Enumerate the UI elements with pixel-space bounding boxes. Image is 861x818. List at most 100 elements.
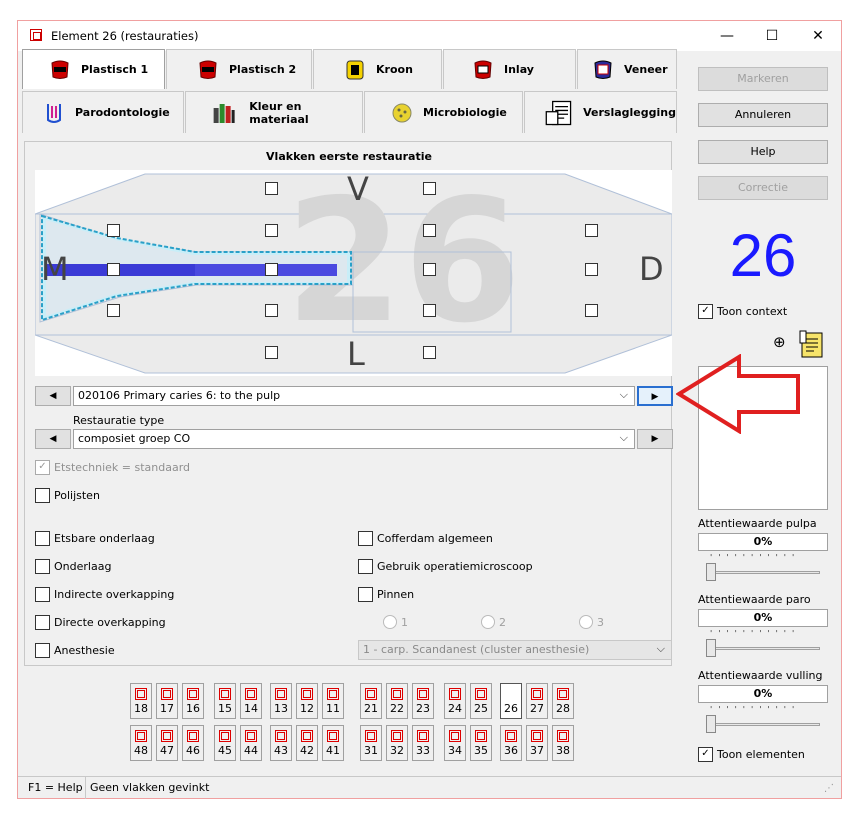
element-number-label: 23 [416,702,430,715]
element-button-26[interactable]: 26 [500,683,522,719]
element-button-38[interactable]: 38 [552,725,574,761]
anesthesie-select[interactable]: 1 - carp. Scandanest (cluster anesthesie… [358,640,672,660]
pin-radio-3[interactable]: 3 [579,615,604,629]
tooth-element-icon [475,730,487,742]
vulling-slider-thumb[interactable] [706,715,716,733]
toon-context-checkbox[interactable]: ✓ Toon context [698,304,787,319]
surface-checkbox[interactable] [265,182,278,195]
element-button-47[interactable]: 47 [156,725,178,761]
checkmark-icon: ✓ [698,304,713,319]
element-button-44[interactable]: 44 [240,725,262,761]
etsbare-onderlaag-checkbox[interactable]: Etsbare onderlaag [35,531,155,546]
element-button-21[interactable]: 21 [360,683,382,719]
element-button-22[interactable]: 22 [386,683,408,719]
diagnosis-prev-button[interactable]: ◀ [35,386,71,406]
tab-parodontologie[interactable]: Parodontologie [22,91,184,133]
toon-elementen-checkbox[interactable]: ✓ Toon elementen [698,747,805,762]
indirecte-overkapping-checkbox[interactable]: Indirecte overkapping [35,587,174,602]
anesthesie-checkbox[interactable]: Anesthesie [35,643,115,658]
polijsten-checkbox[interactable]: Polijsten [35,488,100,503]
tooth-element-icon [557,688,569,700]
notes-icon[interactable] [798,329,826,359]
tab-kleur-en-materiaal[interactable]: Kleur en materiaal [185,91,363,133]
surface-checkbox[interactable] [265,304,278,317]
element-button-27[interactable]: 27 [526,683,548,719]
surface-checkbox[interactable] [423,304,436,317]
help-button[interactable]: Help [698,140,828,164]
element-button-35[interactable]: 35 [470,725,492,761]
diagnosis-select[interactable]: 020106 Primary caries 6: to the pulp [73,386,635,406]
element-button-43[interactable]: 43 [270,725,292,761]
paro-slider-thumb[interactable] [706,639,716,657]
tab-kroon[interactable]: Kroon [313,49,442,89]
minimize-button[interactable]: — [704,21,750,51]
pinnen-checkbox[interactable]: Pinnen [358,587,414,602]
element-button-42[interactable]: 42 [296,725,318,761]
element-button-16[interactable]: 16 [182,683,204,719]
tab-verslaglegging[interactable]: Verslaglegging [524,91,677,133]
pulpa-slider-track[interactable] [708,571,820,574]
paro-slider-track[interactable] [708,647,820,650]
element-button-12[interactable]: 12 [296,683,318,719]
tab-veneer[interactable]: Veneer [577,49,677,89]
element-button-15[interactable]: 15 [214,683,236,719]
directe-overkapping-checkbox[interactable]: Directe overkapping [35,615,166,630]
pin-radio-2[interactable]: 2 [481,615,506,629]
zoom-icon[interactable]: ⊕ [773,333,786,351]
etstechniek-checkbox[interactable]: ✓ Etstechniek = standaard [35,460,190,475]
element-button-14[interactable]: 14 [240,683,262,719]
element-button-33[interactable]: 33 [412,725,434,761]
tab-microbiologie[interactable]: Microbiologie [364,91,523,133]
maximize-button[interactable]: ☐ [749,21,795,51]
surface-checkbox[interactable] [107,224,120,237]
element-button-34[interactable]: 34 [444,725,466,761]
element-button-36[interactable]: 36 [500,725,522,761]
type-prev-button[interactable]: ◀ [35,429,71,449]
diagnosis-next-button[interactable]: ▶ [637,386,673,406]
element-button-46[interactable]: 46 [182,725,204,761]
surface-checkbox[interactable] [423,346,436,359]
element-button-17[interactable]: 17 [156,683,178,719]
surface-checkbox[interactable] [585,224,598,237]
element-button-28[interactable]: 28 [552,683,574,719]
operatiemicroscoop-checkbox[interactable]: Gebruik operatiemicroscoop [358,559,533,574]
surface-checkbox[interactable] [585,304,598,317]
element-button-37[interactable]: 37 [526,725,548,761]
element-button-11[interactable]: 11 [322,683,344,719]
element-button-31[interactable]: 31 [360,725,382,761]
element-button-48[interactable]: 48 [130,725,152,761]
surface-checkbox[interactable] [423,224,436,237]
vulling-slider-track[interactable] [708,723,820,726]
surface-checkbox[interactable] [107,304,120,317]
markeren-button[interactable]: Markeren [698,67,828,91]
type-next-button[interactable]: ▶ [637,429,673,449]
cofferdam-checkbox[interactable]: Cofferdam algemeen [358,531,493,546]
pin-radio-1[interactable]: 1 [383,615,408,629]
tab-plastisch-2[interactable]: Plastisch 2 [166,49,312,89]
element-button-24[interactable]: 24 [444,683,466,719]
close-button[interactable]: ✕ [795,21,841,51]
element-button-25[interactable]: 25 [470,683,492,719]
surface-checkbox[interactable] [265,346,278,359]
surface-checkbox[interactable] [423,182,436,195]
surface-checkbox[interactable] [265,224,278,237]
surface-checkbox[interactable] [265,263,278,276]
element-button-32[interactable]: 32 [386,725,408,761]
annuleren-button[interactable]: Annuleren [698,103,828,127]
element-button-23[interactable]: 23 [412,683,434,719]
element-button-45[interactable]: 45 [214,725,236,761]
tooth-filling-icon [199,60,217,79]
resize-grip-icon[interactable]: ⋰ [824,783,834,794]
onderlaag-checkbox[interactable]: Onderlaag [35,559,111,574]
tab-plastisch-1[interactable]: Plastisch 1 [22,49,165,89]
surface-checkbox[interactable] [585,263,598,276]
pulpa-slider-thumb[interactable] [706,563,716,581]
surface-checkbox[interactable] [423,263,436,276]
surface-checkbox[interactable] [107,263,120,276]
correctie-button[interactable]: Correctie [698,176,828,200]
element-button-41[interactable]: 41 [322,725,344,761]
element-button-18[interactable]: 18 [130,683,152,719]
tab-inlay[interactable]: Inlay [443,49,576,89]
restauratie-type-select[interactable]: composiet groep CO [73,429,635,449]
element-button-13[interactable]: 13 [270,683,292,719]
